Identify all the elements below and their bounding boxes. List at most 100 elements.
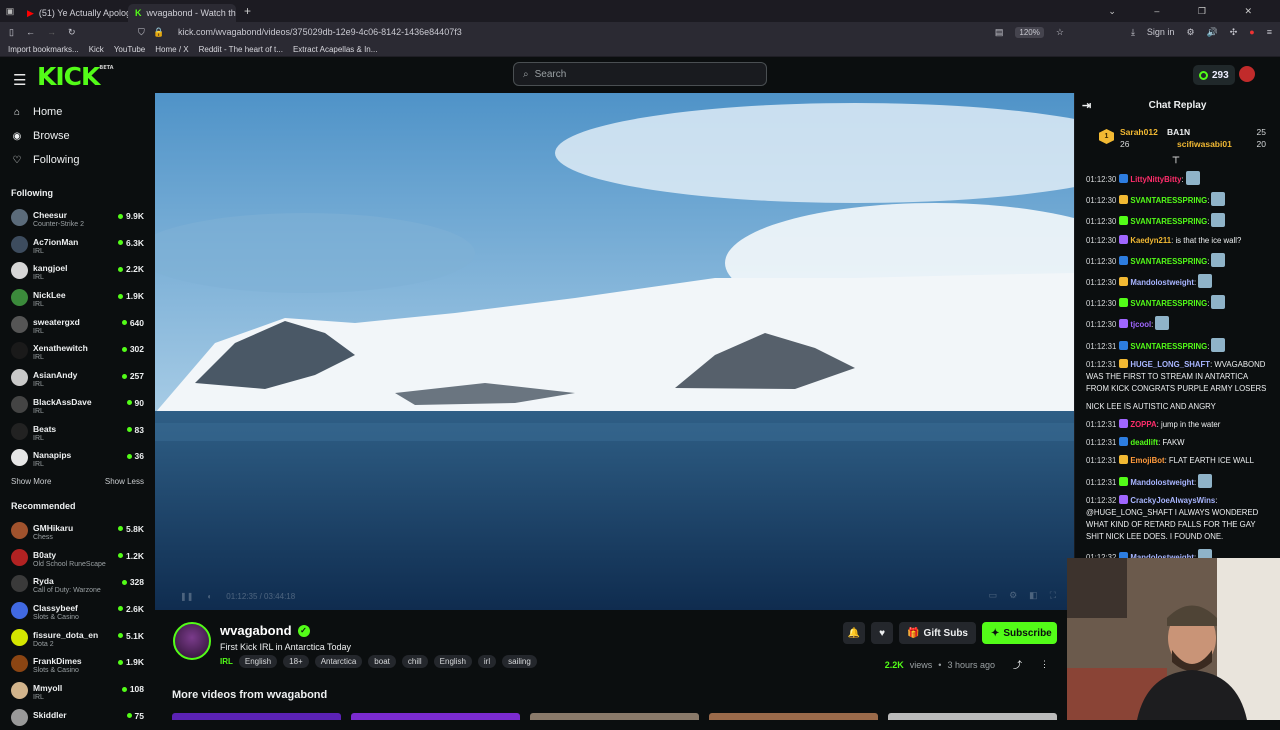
- chat-username[interactable]: Mandolostweight: [1130, 478, 1194, 487]
- chat-username[interactable]: SVANTARESSPRING: [1130, 217, 1207, 226]
- chat-username[interactable]: tjcool: [1130, 320, 1151, 329]
- sidebar-channel[interactable]: Classybeef Slots & Casino 2.6K: [0, 597, 155, 624]
- sidebar-channel[interactable]: BlackAssDave IRL 90: [0, 391, 155, 418]
- bookmark-x[interactable]: Home / X: [155, 45, 188, 54]
- tag-chip[interactable]: 18+: [283, 655, 309, 668]
- chat-username[interactable]: LittyNittyBitty: [1130, 175, 1181, 184]
- zoom-level[interactable]: 120%: [1015, 26, 1044, 38]
- bookmark-star-icon[interactable]: ☆: [1056, 27, 1064, 38]
- kick-logo[interactable]: KICKBETA: [37, 62, 114, 91]
- search-input[interactable]: ⌕ Search: [513, 62, 767, 86]
- pip-icon[interactable]: ◧: [1029, 590, 1038, 601]
- chat-username[interactable]: Kaedyn211: [1130, 236, 1171, 245]
- chat-username[interactable]: SVANTARESSPRING: [1130, 299, 1207, 308]
- user-avatar[interactable]: [1239, 66, 1255, 82]
- chat-username[interactable]: SVANTARESSPRING: [1130, 196, 1207, 205]
- video-thumbnail[interactable]: [172, 713, 341, 720]
- video-thumbnail[interactable]: [530, 713, 699, 720]
- sidebar-channel[interactable]: kangjoel IRL 2.2K: [0, 257, 155, 284]
- lock-icon[interactable]: 🔒: [153, 27, 164, 38]
- hamburger-menu-icon[interactable]: ☰: [13, 71, 26, 89]
- channel-avatar[interactable]: [173, 622, 211, 660]
- video-player[interactable]: ❚❚ ◐ 01:12:35 / 03:44:18 ▭ ⚙ ◧ ⛶: [155, 93, 1074, 610]
- notification-bell-button[interactable]: 🔔: [843, 622, 866, 644]
- sidebar-channel[interactable]: Beats IRL 83: [0, 418, 155, 445]
- sidebar-channel[interactable]: B0aty Old School RuneScape 1.2K: [0, 544, 155, 571]
- chat-username[interactable]: SVANTARESSPRING: [1130, 257, 1207, 266]
- bookmark-acapellas[interactable]: Extract Acapellas & In...: [293, 45, 377, 54]
- sign-in-link[interactable]: Sign in: [1147, 27, 1175, 37]
- sidebar-channel[interactable]: NickLee IRL 1.9K: [0, 284, 155, 311]
- notification-icon[interactable]: ●: [1249, 27, 1254, 37]
- chat-username[interactable]: SVANTARESSPRING: [1130, 342, 1207, 351]
- reload-icon[interactable]: ↻: [68, 27, 76, 38]
- bookmark-youtube[interactable]: YouTube: [114, 45, 145, 54]
- sidebar-channel[interactable]: sweatergxd IRL 640: [0, 311, 155, 338]
- volume-icon[interactable]: 🔊: [1207, 27, 1218, 38]
- show-less-button[interactable]: Show Less: [105, 477, 144, 486]
- chat-username[interactable]: deadlift: [1130, 438, 1158, 447]
- tag-chip[interactable]: sailing: [502, 655, 537, 668]
- settings-icon[interactable]: ⚙: [1009, 590, 1017, 601]
- leader-name[interactable]: Sarah012: [1120, 127, 1158, 137]
- shield-icon[interactable]: ⛉: [138, 27, 145, 38]
- chat-username[interactable]: Mandolostweight: [1130, 278, 1194, 287]
- show-more-button[interactable]: Show More: [11, 477, 51, 486]
- sidebar-channel[interactable]: Cheesur Counter-Strike 2 9.9K: [0, 204, 155, 231]
- sidebar-channel[interactable]: AsianAndy IRL 257: [0, 364, 155, 391]
- video-thumbnail[interactable]: [888, 713, 1057, 720]
- share-icon[interactable]: ⤴: [1013, 658, 1022, 671]
- gift-subs-button[interactable]: 🎁 Gift Subs: [899, 622, 976, 644]
- forward-icon[interactable]: →: [47, 27, 56, 38]
- sidebar-item-home[interactable]: ⌂ Home: [0, 100, 155, 124]
- tag-chip[interactable]: irl: [477, 655, 497, 668]
- fullscreen-icon[interactable]: ⛶: [1050, 590, 1056, 601]
- new-tab-button[interactable]: +: [244, 4, 251, 18]
- chat-username[interactable]: HUGE_LONG_SHAFT: [1130, 360, 1210, 369]
- browser-tab-youtube[interactable]: ▶ (51) Ye Actually Apologized - Yo ×: [20, 4, 128, 22]
- bookmark-kick[interactable]: Kick: [89, 45, 104, 54]
- tab-overview-icon[interactable]: ▣: [0, 6, 20, 17]
- tag-chip[interactable]: English: [433, 655, 472, 668]
- bookmark-import[interactable]: Import bookmarks...: [8, 45, 79, 54]
- tag-chip[interactable]: chill: [401, 655, 428, 668]
- sidebar-item-following[interactable]: ♡ Following: [0, 148, 155, 172]
- sidebar-item-browse[interactable]: ◉ Browse: [0, 124, 155, 148]
- collapse-chat-icon[interactable]: ⇥: [1082, 99, 1091, 112]
- bookmark-reddit[interactable]: Reddit - The heart of t...: [199, 45, 283, 54]
- follow-button[interactable]: ♥: [871, 622, 894, 644]
- category-link[interactable]: IRL: [220, 657, 233, 666]
- tag-chip[interactable]: English: [238, 655, 278, 668]
- window-controls[interactable]: ⌄ – ❐ ✕: [1108, 6, 1270, 17]
- browser-tab-kick[interactable]: K wvagabond - Watch the Vi ×: [128, 4, 236, 22]
- leader-name[interactable]: BA1N: [1167, 127, 1190, 137]
- kicks-balance[interactable]: 293: [1193, 65, 1235, 85]
- play-pause-icon[interactable]: ❚❚: [180, 592, 193, 601]
- sidebar-channel[interactable]: Nanapips IRL 36: [0, 444, 155, 471]
- volume-control-icon[interactable]: ◐: [207, 592, 212, 601]
- url-field[interactable]: kick.com/wvagabond/videos/375029db-12e9-…: [178, 27, 462, 37]
- video-thumbnail[interactable]: [709, 713, 878, 720]
- sidebar-toggle-icon[interactable]: ▯: [9, 27, 14, 38]
- reader-icon[interactable]: ▤: [995, 27, 1004, 38]
- sidebar-channel[interactable]: Skiddler 75: [0, 704, 155, 730]
- tag-chip[interactable]: boat: [368, 655, 396, 668]
- video-thumbnail[interactable]: [351, 713, 520, 720]
- pin-icon[interactable]: ⊤: [1172, 155, 1180, 166]
- sidebar-channel[interactable]: Ac7ionMan IRL 6.3K: [0, 231, 155, 258]
- menu-icon[interactable]: ≡: [1267, 27, 1272, 37]
- sidebar-channel[interactable]: Mmyoll IRL 108: [0, 677, 155, 704]
- download-icon[interactable]: ⤓: [1131, 27, 1135, 38]
- sidebar-channel[interactable]: GMHikaru Chess 5.8K: [0, 517, 155, 544]
- sidebar-channel[interactable]: Xenathewitch IRL 302: [0, 337, 155, 364]
- sidebar-channel[interactable]: Ryda Call of Duty: Warzone 328: [0, 570, 155, 597]
- sidebar-channel[interactable]: fissure_dota_en Dota 2 5.1K: [0, 624, 155, 651]
- tag-chip[interactable]: Antarctica: [314, 655, 363, 668]
- channel-name[interactable]: wvagabond: [220, 623, 292, 638]
- chat-username[interactable]: CrackyJoeAlwaysWins: [1130, 496, 1215, 505]
- sidebar-channel[interactable]: FrankDimes Slots & Casino 1.9K: [0, 650, 155, 677]
- extension-icon[interactable]: ⚙: [1186, 27, 1194, 38]
- chat-username[interactable]: EmojiBot: [1130, 456, 1164, 465]
- back-icon[interactable]: ←: [26, 27, 35, 38]
- chat-username[interactable]: ZOPPA: [1130, 420, 1156, 429]
